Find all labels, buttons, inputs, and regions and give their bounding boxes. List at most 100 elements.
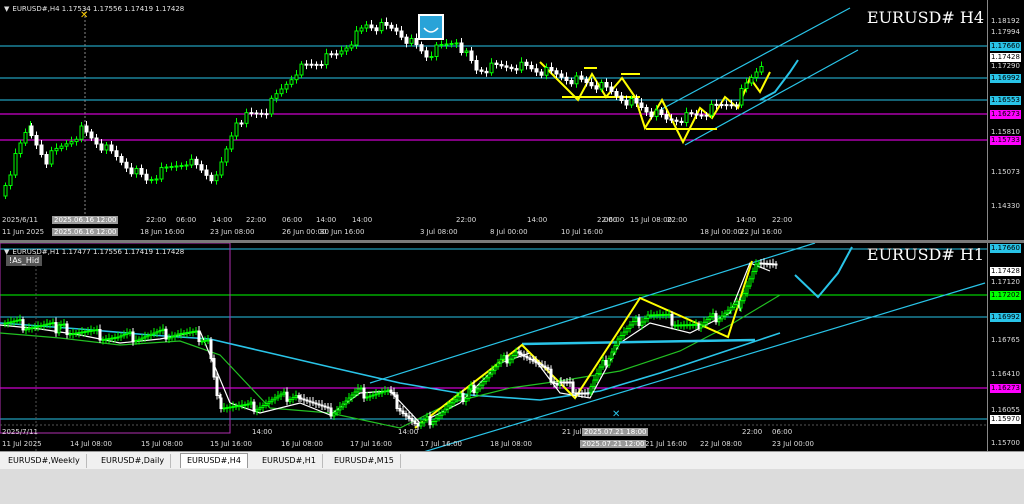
candle	[146, 335, 150, 338]
time-label: 30 Jun 16:00	[320, 228, 365, 236]
candle	[574, 75, 579, 85]
candle	[116, 336, 120, 339]
candle	[39, 324, 43, 327]
candle	[350, 394, 354, 399]
candle	[239, 122, 244, 125]
candle	[719, 104, 724, 106]
candle	[674, 119, 679, 122]
candle	[509, 66, 514, 70]
candle	[206, 339, 210, 342]
candle	[119, 156, 124, 163]
resistance-line[interactable]	[521, 338, 756, 346]
candle	[203, 340, 207, 342]
candle	[499, 64, 504, 67]
candle	[489, 62, 494, 74]
h4-chart-canvas[interactable]: ✕	[0, 0, 988, 240]
candle	[354, 30, 359, 46]
chart-pane-h4[interactable]: ✕ ▼ EURUSD#,H4 1.17534 1.17556 1.17419 1.…	[0, 0, 1024, 240]
candle	[188, 331, 192, 334]
channel-lower-line[interactable]	[420, 282, 986, 451]
candle	[288, 398, 292, 402]
time-label: 22:00	[667, 216, 688, 224]
candle	[643, 318, 647, 323]
candle	[444, 43, 449, 46]
candle	[305, 399, 309, 402]
candle	[484, 70, 489, 74]
candle	[144, 173, 149, 181]
candle	[409, 38, 414, 44]
candle	[341, 403, 345, 408]
candle	[529, 65, 534, 70]
h4-price-scale[interactable]: 1.18192 1.17994 1.17660 1.17428 1.17290 …	[987, 0, 1024, 240]
time-label: 14:00	[316, 216, 337, 224]
time-label: 06:00	[772, 428, 793, 436]
chart-pane-h1[interactable]: ✕ ▼ EURUSD#,H1 1.17477 1.17556 1.17419 1.…	[0, 243, 1024, 451]
candle	[771, 263, 775, 266]
candle	[478, 384, 482, 390]
candle	[326, 406, 330, 409]
candle	[89, 131, 94, 139]
projection-curve[interactable]	[794, 246, 853, 299]
candle	[386, 389, 390, 392]
price-label-magenta: 1.16273	[990, 384, 1021, 393]
candle	[80, 331, 84, 334]
candle	[609, 86, 614, 92]
candle	[664, 313, 668, 316]
candle	[431, 421, 435, 426]
channel-lower-line[interactable]	[684, 49, 859, 146]
candle	[748, 278, 752, 287]
candle	[68, 333, 72, 336]
candle	[424, 50, 429, 58]
alert-icon[interactable]	[418, 14, 444, 40]
channel-upper-line[interactable]	[659, 7, 851, 111]
price-label-green: 1.17202	[990, 291, 1021, 300]
candle	[3, 185, 8, 197]
time-label: 18 Jul 00:00	[700, 228, 742, 236]
candle	[51, 322, 55, 325]
candle	[583, 392, 587, 395]
candle	[667, 313, 671, 316]
candle	[699, 114, 704, 117]
time-label: 14:00	[212, 216, 233, 224]
candle	[179, 333, 183, 335]
tab-daily[interactable]: EURUSD#,Daily	[95, 454, 172, 468]
candle	[422, 419, 426, 424]
candle	[57, 324, 61, 334]
candle	[754, 71, 759, 78]
h1-chart-canvas[interactable]: ✕	[0, 243, 988, 451]
candle	[149, 333, 153, 336]
candle	[36, 325, 40, 328]
tab-weekly[interactable]: EURUSD#,Weekly	[2, 454, 87, 468]
candle	[709, 103, 714, 116]
time-label: 22:00	[742, 428, 763, 436]
candle	[380, 391, 384, 394]
tab-h4[interactable]: EURUSD#,H4	[180, 453, 248, 468]
candle	[594, 85, 599, 90]
price-label-magenta: 1.16273	[990, 110, 1021, 119]
candle	[389, 389, 393, 393]
candle	[161, 328, 165, 331]
tab-m15[interactable]: EURUSD#,M15	[328, 454, 401, 468]
candle	[276, 395, 280, 399]
price-label: 1.16055	[991, 406, 1020, 414]
candle	[164, 328, 168, 340]
time-label: 17 Jul 16:00	[420, 440, 462, 448]
candle	[21, 319, 25, 331]
candle	[252, 401, 256, 412]
tab-h1[interactable]: EURUSD#,H1	[256, 454, 323, 468]
candle	[464, 397, 468, 402]
candle	[571, 381, 575, 394]
candle	[33, 326, 37, 329]
candle	[249, 112, 254, 115]
candle	[494, 62, 499, 65]
indicator-badge[interactable]: !As_Hid	[6, 255, 43, 266]
candle	[598, 366, 602, 374]
h1-price-scale[interactable]: 1.17660 1.17428 1.17120 1.17202 1.16992 …	[987, 243, 1024, 451]
candle	[194, 330, 198, 333]
time-label: 17 Jul 16:00	[350, 440, 392, 448]
price-label: 1.16765	[991, 336, 1020, 344]
channel-upper-line[interactable]	[369, 243, 816, 384]
time-label: 14:00	[736, 216, 757, 224]
candle	[311, 401, 315, 404]
candle	[264, 403, 268, 407]
